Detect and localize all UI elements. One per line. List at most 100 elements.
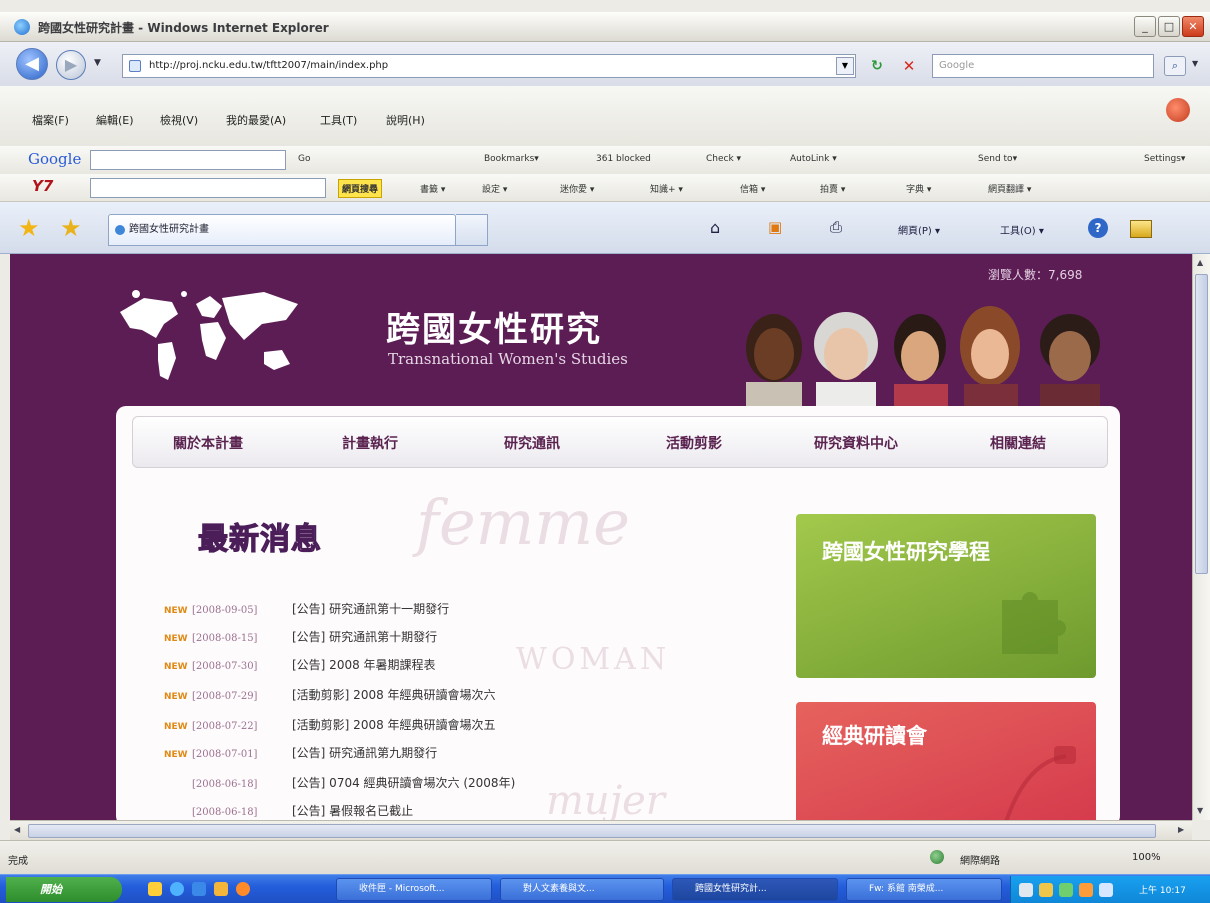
taskbar-clock[interactable]: 上午 10:17 xyxy=(1139,883,1186,896)
page-menu-button[interactable]: 網頁(P) ▾ xyxy=(898,222,940,237)
tab-current[interactable]: 跨國女性研究計畫 xyxy=(108,214,456,246)
back-button[interactable]: ◀ xyxy=(16,48,48,80)
news-item[interactable]: NEW [2008-08-15] [公告] 研究通訊第十期發行 xyxy=(164,628,624,650)
yahoo-auction-button[interactable]: 拍賣 ▾ xyxy=(820,182,845,195)
yahoo-search-input[interactable] xyxy=(90,178,326,198)
news-text[interactable]: [活動剪影] 2008 年經典研讀會場次五 xyxy=(292,718,496,732)
minimize-button[interactable]: _ xyxy=(1134,16,1156,37)
site-title[interactable]: 跨國女性研究 xyxy=(386,302,602,351)
autolink-button[interactable]: AutoLink ▾ xyxy=(790,154,837,164)
start-button[interactable]: 開始 xyxy=(6,877,122,902)
quicklaunch-icon[interactable] xyxy=(148,882,162,896)
search-icon[interactable]: ⌕ xyxy=(1164,56,1186,76)
nav-newsletter[interactable]: 研究通訊 xyxy=(457,433,607,453)
nav-links[interactable]: 相關連結 xyxy=(943,433,1093,453)
menu-edit[interactable]: 編輯(E) xyxy=(96,112,134,128)
history-dropdown-icon[interactable]: ▼ xyxy=(94,58,101,68)
yahoo-mini-button[interactable]: 迷你愛 ▾ xyxy=(560,182,594,195)
favorites-star-icon[interactable]: ★ xyxy=(18,214,40,242)
menu-file[interactable]: 檔案(F) xyxy=(32,112,69,128)
bookmarks-button[interactable]: Bookmarks▾ xyxy=(484,154,539,164)
scroll-left-icon[interactable]: ◀ xyxy=(14,825,20,834)
tray-app-icon[interactable] xyxy=(1079,883,1093,897)
news-item[interactable]: [2008-06-18] [公告] 暑假報名已截止 xyxy=(164,802,624,820)
horizontal-scroll-thumb[interactable] xyxy=(28,824,1156,838)
security-zone[interactable]: 網際網路 xyxy=(960,852,1000,867)
google-settings-button[interactable]: Settings▾ xyxy=(1144,154,1185,164)
menu-view[interactable]: 檢視(V) xyxy=(160,112,198,128)
search-input[interactable]: Google xyxy=(932,54,1154,78)
news-item[interactable]: NEW [2008-07-30] [公告] 2008 年暑期課程表 xyxy=(164,656,624,678)
help-icon[interactable]: ? xyxy=(1088,218,1108,238)
tray-volume-icon[interactable] xyxy=(1039,883,1053,897)
nav-resource-center[interactable]: 研究資料中心 xyxy=(781,433,931,453)
news-text[interactable]: [公告] 2008 年暑期課程表 xyxy=(292,658,436,672)
yahoo-translate-button[interactable]: 網頁翻譯 ▾ xyxy=(988,182,1031,195)
news-text[interactable]: [公告] 研究通訊第十期發行 xyxy=(292,630,437,644)
news-item[interactable]: NEW [2008-07-22] [活動剪影] 2008 年經典研讀會場次五 xyxy=(164,716,624,738)
popup-blocked-button[interactable]: 361 blocked xyxy=(596,154,651,164)
google-go-button[interactable]: Go xyxy=(298,154,310,164)
add-favorite-icon[interactable]: ★ xyxy=(60,214,82,242)
taskbar-outlook[interactable]: 收件匣 - Microsoft... xyxy=(336,878,492,901)
tray-messenger-icon[interactable] xyxy=(1099,883,1113,897)
news-text[interactable]: [公告] 0704 經典研讀會場次六 (2008年) xyxy=(292,776,515,790)
promo-program-card[interactable]: 跨國女性研究學程 xyxy=(796,514,1096,678)
research-icon[interactable] xyxy=(1130,220,1152,238)
news-item[interactable]: NEW [2008-07-01] [公告] 研究通訊第九期發行 xyxy=(164,744,624,766)
yahoo-knowledge-button[interactable]: 知識+ ▾ xyxy=(650,182,683,195)
stop-button[interactable]: ✕ xyxy=(898,55,920,77)
rss-icon[interactable]: ▣ xyxy=(768,218,782,236)
yahoo-web-search-button[interactable]: 網頁搜尋 xyxy=(338,179,383,198)
address-dropdown-icon[interactable]: ▼ xyxy=(836,57,854,75)
close-button[interactable]: ✕ xyxy=(1182,16,1204,37)
new-tab-button[interactable] xyxy=(456,214,488,246)
scroll-down-icon[interactable]: ▼ xyxy=(1197,806,1203,815)
horizontal-scrollbar[interactable]: ◀ ▶ xyxy=(10,820,1192,840)
tray-security-icon[interactable] xyxy=(1059,883,1073,897)
yahoo-bookmarks-button[interactable]: 書籤 ▾ xyxy=(420,182,445,195)
news-text[interactable]: [公告] 暑假報名已截止 xyxy=(292,804,413,818)
print-icon[interactable]: ⎙ xyxy=(830,218,842,236)
vertical-scrollbar[interactable]: ▲ ▼ xyxy=(1192,254,1210,820)
refresh-button[interactable]: ↻ xyxy=(866,55,888,77)
taskbar-email[interactable]: Fw: 系館 南榮成... xyxy=(846,878,1002,901)
nav-about[interactable]: 關於本計畫 xyxy=(133,433,283,453)
vertical-scroll-thumb[interactable] xyxy=(1195,274,1208,574)
nav-gallery[interactable]: 活動剪影 xyxy=(619,433,769,453)
quicklaunch-mail-icon[interactable] xyxy=(214,882,228,896)
taskbar-word[interactable]: 對人文素養與文... xyxy=(500,878,664,901)
zoom-level[interactable]: 100% xyxy=(1132,852,1161,863)
nav-execution[interactable]: 計畫執行 xyxy=(295,433,445,453)
yahoo-mail-button[interactable]: 信箱 ▾ xyxy=(740,182,765,195)
tools-menu-button[interactable]: 工具(O) ▾ xyxy=(1000,222,1044,237)
quicklaunch-ie-icon[interactable] xyxy=(170,882,184,896)
scroll-up-icon[interactable]: ▲ xyxy=(1197,258,1203,267)
news-text[interactable]: [活動剪影] 2008 年經典研讀會場次六 xyxy=(292,688,496,702)
news-item[interactable]: [2008-06-18] [公告] 0704 經典研讀會場次六 (2008年) xyxy=(164,774,624,796)
toolbar-logo-icon[interactable] xyxy=(1166,98,1190,122)
menu-tools[interactable]: 工具(T) xyxy=(320,112,357,128)
yahoo-dictionary-button[interactable]: 字典 ▾ xyxy=(906,182,931,195)
forward-button[interactable]: ▶ xyxy=(56,50,86,80)
google-search-input[interactable] xyxy=(90,150,286,170)
news-item[interactable]: NEW [2008-07-29] [活動剪影] 2008 年經典研讀會場次六 xyxy=(164,686,624,708)
maximize-button[interactable]: □ xyxy=(1158,16,1180,37)
address-input[interactable]: http://proj.ncku.edu.tw/tftt2007/main/in… xyxy=(122,54,856,78)
taskbar-ie[interactable]: 跨國女性研究計... xyxy=(672,878,838,901)
news-text[interactable]: [公告] 研究通訊第九期發行 xyxy=(292,746,437,760)
send-to-button[interactable]: Send to▾ xyxy=(978,154,1017,164)
yahoo-settings-button[interactable]: 設定 ▾ xyxy=(482,182,507,195)
news-item[interactable]: NEW [2008-09-05] [公告] 研究通訊第十一期發行 xyxy=(164,600,624,622)
promo-reading-card[interactable]: 經典研讀會 xyxy=(796,702,1096,820)
quicklaunch-desktop-icon[interactable] xyxy=(192,882,206,896)
spellcheck-button[interactable]: Check ▾ xyxy=(706,154,741,164)
menu-favorites[interactable]: 我的最愛(A) xyxy=(226,112,286,128)
tray-network-icon[interactable] xyxy=(1019,883,1033,897)
menu-help[interactable]: 說明(H) xyxy=(386,112,425,128)
scroll-right-icon[interactable]: ▶ xyxy=(1178,825,1184,834)
search-options-icon[interactable]: ▼ xyxy=(1192,59,1198,68)
home-icon[interactable]: ⌂ xyxy=(710,218,720,237)
quicklaunch-messenger-icon[interactable] xyxy=(236,882,250,896)
news-text[interactable]: [公告] 研究通訊第十一期發行 xyxy=(292,602,449,616)
